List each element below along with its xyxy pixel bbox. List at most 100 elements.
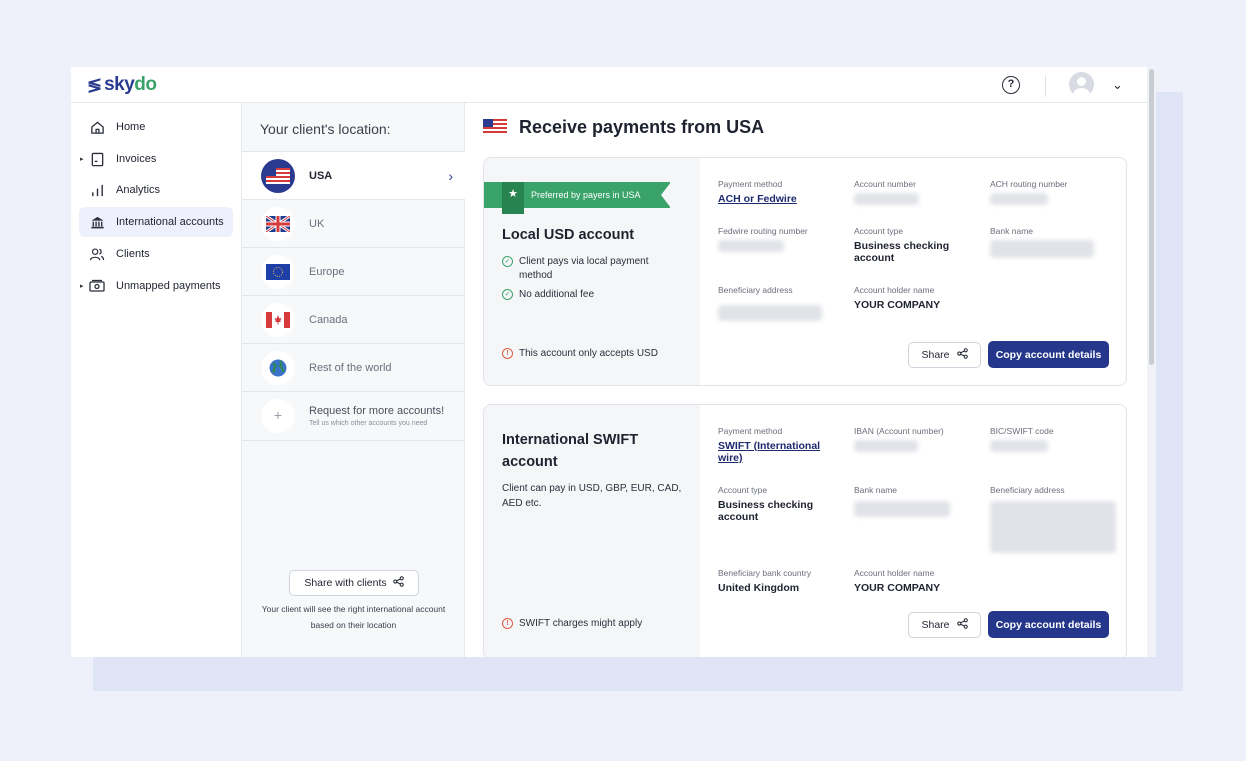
- chevron-right-icon: ›: [448, 167, 453, 184]
- bank-icon: [89, 214, 105, 230]
- top-bar: ≶ skydo ? ⌄: [71, 67, 1147, 103]
- feature-text: Client pays via local payment method: [519, 256, 649, 281]
- location-label: USA: [309, 169, 333, 182]
- sidebar-item-label: Analytics: [116, 184, 161, 196]
- request-more-accounts[interactable]: + Request for more accounts! Tell us whi…: [242, 391, 465, 441]
- card-summary: International SWIFT account Client can p…: [484, 405, 700, 657]
- field-bank-name: Bank name: [854, 485, 979, 517]
- masked-value: [854, 440, 918, 452]
- card-summary: ★ Preferred by payers in USA Local USD a…: [484, 158, 700, 385]
- payment-method-link[interactable]: SWIFT (International wire): [718, 440, 828, 464]
- field-beneficiary-address: Beneficiary address: [990, 485, 1116, 553]
- warning-icon: !: [502, 618, 513, 629]
- sidebar-item-unmapped-payments[interactable]: ▸ Unmapped payments: [79, 271, 233, 301]
- sidebar-item-label: International accounts: [116, 216, 224, 228]
- share-button[interactable]: Share: [908, 612, 981, 638]
- field-account-holder: Account holder name YOUR COMPANY: [854, 285, 941, 311]
- sidebar-item-home[interactable]: Home: [79, 112, 233, 142]
- warning-note: ! SWIFT charges might apply: [502, 618, 642, 629]
- scrollbar[interactable]: [1147, 67, 1156, 657]
- masked-value: [854, 193, 919, 205]
- field-ach-routing: ACH routing number: [990, 179, 1115, 205]
- us-flag-icon: [483, 119, 507, 140]
- share-icon: [956, 348, 968, 362]
- request-subtitle: Tell us which other accounts you need: [309, 420, 428, 427]
- masked-value: [990, 440, 1048, 452]
- card-description: Client can pay in USD, GBP, EUR, CAD, AE…: [502, 483, 682, 509]
- check-icon: ✓: [502, 289, 513, 300]
- feature-text: No additional fee: [519, 289, 595, 300]
- location-label: Canada: [309, 313, 348, 326]
- sidebar-item-invoices[interactable]: ▸ Invoices: [79, 144, 233, 174]
- share-with-clients-button[interactable]: Share with clients: [289, 570, 419, 596]
- globe-icon: [261, 350, 295, 385]
- field-beneficiary-address: Beneficiary address: [718, 285, 843, 321]
- field-bank-name: Bank name: [990, 226, 1115, 258]
- payment-method-link[interactable]: ACH or Fedwire: [718, 193, 843, 205]
- divider: [1045, 75, 1046, 97]
- copy-account-details-button[interactable]: Copy account details: [988, 611, 1109, 638]
- location-item-usa[interactable]: USA ›: [242, 151, 465, 199]
- sidebar-item-label: Home: [116, 121, 146, 133]
- scrollbar-thumb[interactable]: [1149, 69, 1154, 365]
- card-title: International SWIFT account: [502, 432, 639, 470]
- copy-account-details-button[interactable]: Copy account details: [988, 341, 1109, 368]
- share-icon: [392, 576, 404, 590]
- masked-value: [990, 501, 1116, 553]
- location-item-rest-of-world[interactable]: Rest of the world: [242, 343, 465, 391]
- clients-icon: [89, 246, 105, 262]
- logo[interactable]: ≶ skydo: [87, 74, 157, 96]
- location-item-europe[interactable]: Europe: [242, 247, 465, 295]
- location-item-canada[interactable]: Canada: [242, 295, 465, 343]
- main-content: Receive payments from USA ★ Preferred by…: [465, 103, 1147, 657]
- canada-flag-icon: [261, 302, 295, 337]
- share-label: Share: [921, 349, 950, 361]
- field-payment-method: Payment method SWIFT (International wire…: [718, 426, 843, 464]
- sidebar-item-label: Clients: [116, 248, 150, 260]
- sidebar-item-clients[interactable]: Clients: [79, 239, 233, 269]
- share-button[interactable]: Share: [908, 342, 981, 368]
- feature-item: ✓ No additional fee: [502, 288, 594, 302]
- caret-right-icon: ▸: [80, 283, 84, 290]
- field-iban: IBAN (Account number): [854, 426, 979, 452]
- home-icon: [89, 119, 105, 135]
- preferred-ribbon: ★ Preferred by payers in USA: [484, 182, 671, 214]
- warning-text: This account only accepts USD: [519, 348, 658, 359]
- field-fedwire-routing: Fedwire routing number: [718, 226, 843, 252]
- card-title: Local USD account: [502, 227, 635, 243]
- invoice-icon: [89, 151, 105, 167]
- check-icon: ✓: [502, 256, 513, 267]
- sidebar-item-label: Unmapped payments: [116, 280, 221, 292]
- location-label: UK: [309, 217, 325, 230]
- client-location-panel: Your client's location: USA › UK Europe …: [242, 103, 465, 657]
- masked-value: [990, 240, 1094, 258]
- sidebar: Home ▸ Invoices Analytics International …: [71, 103, 242, 657]
- share-icon: [956, 618, 968, 632]
- sidebar-item-international-accounts[interactable]: International accounts: [79, 207, 233, 237]
- logo-text: skydo: [104, 74, 157, 95]
- feature-item: ✓ Client pays via local payment method: [502, 255, 672, 283]
- location-item-uk[interactable]: UK: [242, 199, 465, 247]
- sidebar-item-analytics[interactable]: Analytics: [79, 175, 233, 205]
- masked-value: [718, 240, 784, 252]
- local-usd-account-card: ★ Preferred by payers in USA Local USD a…: [483, 157, 1127, 386]
- us-flag-icon: [261, 158, 295, 193]
- field-account-type: Account type Business checking account: [718, 485, 814, 523]
- ribbon-text: Preferred by payers in USA: [531, 190, 641, 200]
- chevron-down-icon[interactable]: ⌄: [1112, 77, 1123, 93]
- page-title: Receive payments from USA: [519, 117, 765, 137]
- eu-flag-icon: [261, 254, 295, 289]
- field-account-number: Account number: [854, 179, 979, 205]
- help-icon[interactable]: ?: [1002, 76, 1020, 94]
- share-label: Share: [921, 619, 950, 631]
- uk-flag-icon: [261, 206, 295, 241]
- avatar[interactable]: [1069, 72, 1094, 97]
- warning-icon: !: [502, 348, 513, 359]
- logo-icon: ≶: [87, 74, 103, 95]
- swift-account-card: International SWIFT account Client can p…: [483, 404, 1127, 657]
- field-payment-method: Payment method ACH or Fedwire: [718, 179, 843, 205]
- field-account-type: Account type Business checking account: [854, 226, 950, 264]
- caret-right-icon: ▸: [80, 156, 84, 163]
- location-label: Rest of the world: [309, 361, 392, 374]
- star-icon: ★: [502, 182, 524, 214]
